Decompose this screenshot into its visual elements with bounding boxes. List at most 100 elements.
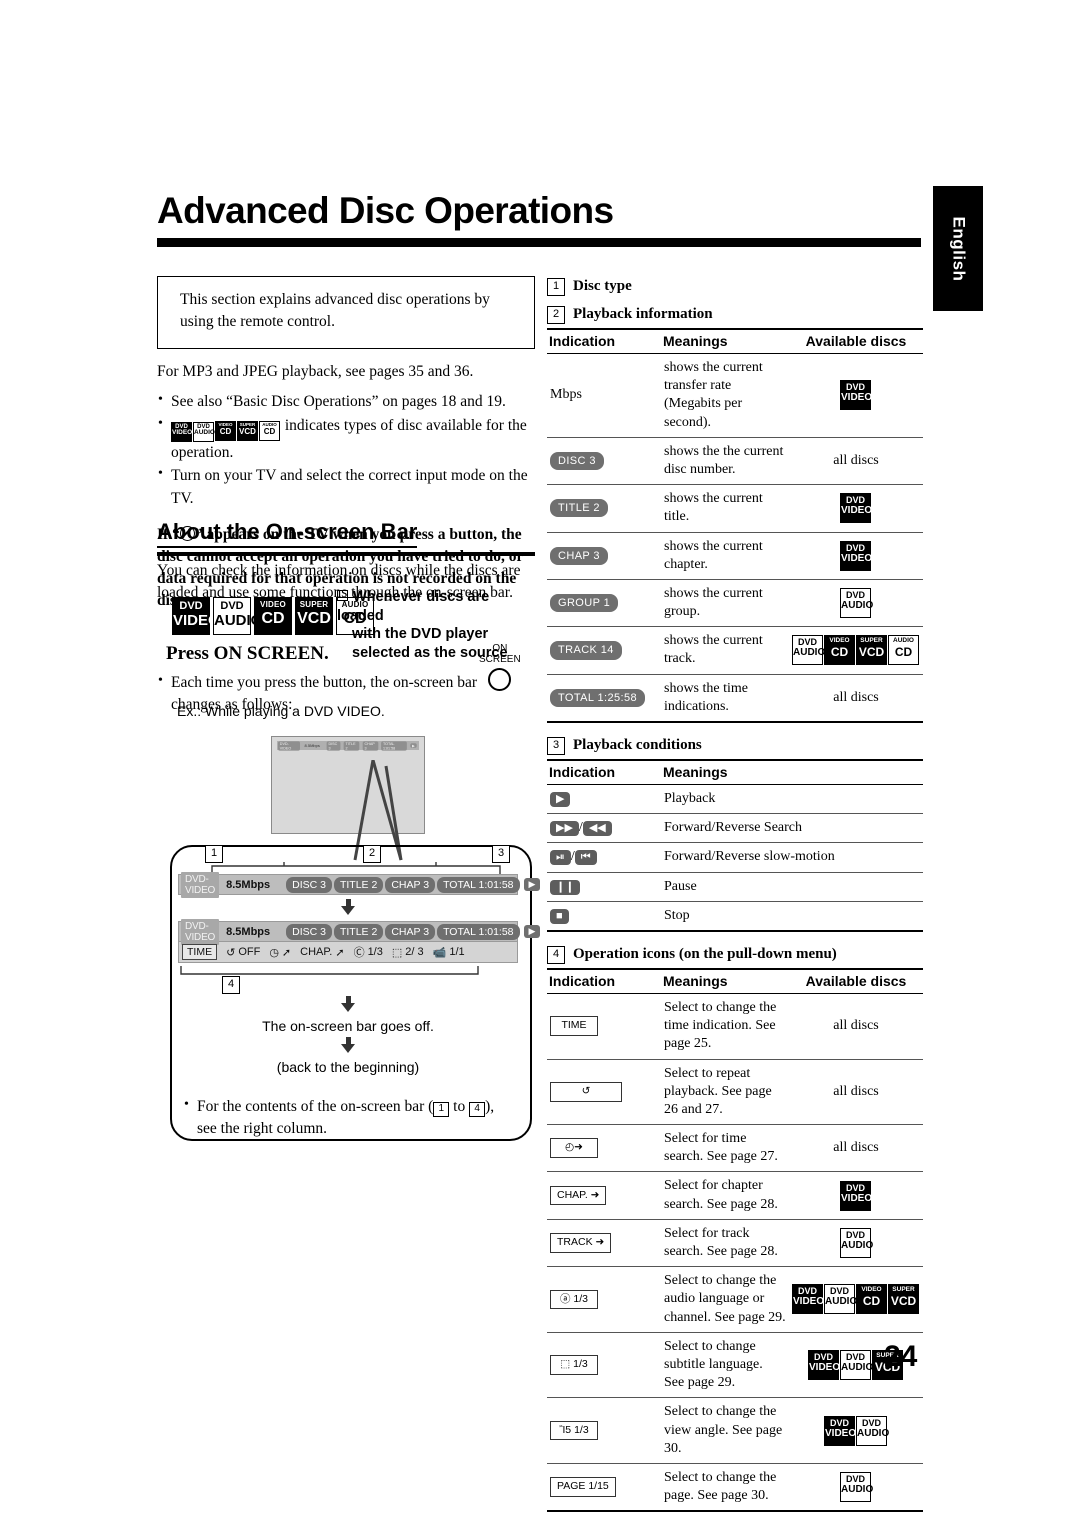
table-row: ⏯ / ⏮ Forward/Reverse slow-motion — [547, 842, 923, 873]
flow-arrow-2 — [178, 996, 518, 1012]
final-bullet-to: to — [449, 1098, 470, 1115]
osd-total: TOTAL 1:01:58 — [437, 876, 520, 893]
osd-indication-pill: GROUP 1 — [550, 593, 619, 613]
playback-condition-icon: ▶ — [550, 792, 571, 807]
cell-indication: DISC 3 — [547, 437, 661, 486]
intro-bullets: See also “Basic Disc Operations” on page… — [157, 390, 535, 510]
osd-indication-pill: DISC 3 — [550, 451, 604, 471]
table-row: DISC 3 shows the the current disc number.… — [547, 437, 923, 486]
menu-repeat-button[interactable]: ↺ OFF — [226, 946, 260, 959]
playback-condition-icon: ❙❙ — [550, 879, 581, 895]
disc-badge-dvd-video-icon: DVDVIDEO — [808, 1350, 840, 1381]
disc-badge-dvd-audio-icon: DVD AUDIO — [840, 1472, 873, 1503]
cell-indication: ◴➜ — [547, 1124, 661, 1173]
mini-play-icon: ▶ — [410, 743, 417, 748]
cell-meaning: Select for track search. See page 28. — [661, 1219, 789, 1268]
menu-time-search-button[interactable]: ◷ ➚ — [269, 946, 291, 959]
table-row: TOTAL 1:25:58 shows the time indications.… — [547, 674, 923, 723]
menu-audio-button[interactable]: Ⓒ 1/3 — [354, 944, 383, 960]
cell-meaning: Playback — [661, 784, 923, 815]
playback-conditions-table: Indication Meanings ▶ Playback ▶▶ / ◀◀ Forwar… — [547, 759, 923, 932]
table-row: ▶▶ / ◀◀ Forward/Reverse Search — [547, 813, 923, 844]
cell-available-discs: all discs — [789, 674, 923, 723]
osd-indication-text: Mbps — [550, 387, 582, 403]
osd-indication-pill: TITLE 2 — [550, 499, 608, 518]
operation-icon: CHAP. ➜ — [550, 1185, 607, 1206]
item-3-heading: 3 Playback conditions — [547, 737, 923, 755]
cell-meaning: Stop — [661, 901, 923, 932]
whenever-line-1: Whenever discs are loaded — [337, 589, 490, 624]
title-rule — [157, 238, 921, 247]
mini-chapter: CHAP 3 — [362, 740, 378, 751]
item-1-label: Disc type — [573, 278, 632, 294]
cell-meaning: Select to change subtitle language. See … — [661, 1332, 789, 1399]
cell-available-discs: all discs — [789, 437, 923, 486]
osd-indication-pill: TRACK 14 — [550, 641, 622, 660]
operation-icon: TRACK ➜ — [550, 1233, 612, 1253]
audio-icon: Ⓒ — [353, 947, 365, 959]
osd-disc-type: DVD-VIDEO — [181, 871, 220, 898]
osd-play-icon: ▶ — [523, 925, 541, 938]
menu-subtitle-button[interactable]: ⬚ 2/ 3 — [392, 946, 424, 959]
on-screen-button-ring-icon — [488, 668, 512, 692]
on-screen-button-label-1: ON — [492, 643, 508, 654]
operation-icons-table: Indication Meanings Available discs TIME… — [547, 968, 923, 1513]
disc-badge-dvd-video-icon: DVDVIDEO — [824, 1415, 856, 1446]
operation-icon: ⬚ 1/3 — [550, 1355, 598, 1375]
all-discs-label: all discs — [833, 1083, 879, 1099]
list-item: Turn on your TV and select the correct i… — [157, 464, 535, 510]
osd-indication-pill: TOTAL 1:25:58 — [550, 688, 645, 707]
cell-indication: ⏯ / ⏮ — [547, 842, 661, 873]
osd-title: TITLE 2 — [333, 876, 384, 893]
right-column: 1 Disc type 2 Playback information Indic… — [547, 276, 923, 1513]
page-title: Advanced Disc Operations — [157, 190, 614, 231]
table-row: ▶ Playback — [547, 784, 923, 815]
table-row: ❙❙ Pause — [547, 872, 923, 902]
cell-available-discs: DVD VIDEO DVD AUDIO — [789, 1397, 923, 1464]
disc-badge-dvd-audio-icon: DVD AUDIO — [193, 421, 215, 442]
callout-number-row: 1 2 3 — [200, 845, 510, 863]
cell-indication: Mbps — [547, 353, 661, 438]
table-row: TIME Select to change the time indication… — [547, 993, 923, 1060]
menu-repeat-value: OFF — [238, 946, 261, 958]
col-meanings: Meanings — [663, 972, 728, 989]
item-4-label: Operation icons (on the pull-down menu) — [573, 945, 837, 962]
list-item: See also “Basic Disc Operations” on page… — [157, 390, 535, 413]
section-heading-label: About the On-screen Bar — [157, 519, 418, 548]
disc-badge-dvd-audio-icon: DVD AUDIO — [840, 588, 873, 619]
tv-onscreen-bar-mini: DVD-VIDEO 8.5Mbps DISC 3 TITLE 2 CHAP 3 … — [277, 740, 419, 751]
table-row: ◴➜ Select for time search. See page 27. al… — [547, 1124, 923, 1173]
arrow-right-icon: ➚ — [335, 946, 345, 959]
cell-meaning: Forward/Reverse Search — [661, 813, 923, 844]
cell-indication: ⓐ 1/3 — [547, 1266, 661, 1333]
playback-condition-icon: ▶▶ — [550, 821, 579, 837]
table-row: PAGE 1/15 Select to change the page. See … — [547, 1463, 923, 1513]
cell-indication: CHAP. ➜ — [547, 1171, 661, 1220]
menu-time-button[interactable]: TIME — [182, 944, 218, 960]
flow-arrow-3 — [178, 1037, 518, 1053]
flow-text-back-to-beginning: (back to the beginning) — [276, 1059, 420, 1075]
example-caption: Ex.: While playing a DVD VIDEO. — [177, 703, 385, 719]
disc-badge-video-cd-icon: VIDEO CD — [254, 597, 292, 635]
cell-meaning: Select for time search. See page 27. — [661, 1124, 789, 1173]
osd-bar-step-2: DVD-VIDEO 8.5Mbps DISC 3 TITLE 2 CHAP 3 … — [178, 918, 541, 963]
operation-icon: ⓐ 1/3 — [550, 1289, 598, 1310]
osd-pulldown-menu: TIME ↺ OFF ◷ ➚ CHAP. ➚ Ⓒ 1/3 ⬚ 2/ 3 📹 1/1 — [178, 942, 518, 963]
osd-chapter: CHAP 3 — [385, 923, 436, 940]
cell-available-discs: DVD AUDIO — [789, 1219, 923, 1268]
disc-badge-audio-cd-icon: AUDIO CD — [259, 421, 280, 442]
disc-badge-super-vcd-icon: SUPER VCD — [295, 597, 333, 635]
cell-available-discs: DVD AUDIO VIDEO CD SUPER VCD AUDIO CD — [789, 626, 923, 675]
cell-meaning: shows the current track. — [661, 626, 789, 675]
menu-subtitle-value: 2/ 3 — [405, 946, 424, 958]
menu-chapter-search-button[interactable]: CHAP. ➚ — [300, 946, 344, 959]
osd-bar: DVD-VIDEO 8.5Mbps DISC 3 TITLE 2 CHAP 3 … — [178, 918, 541, 945]
item-4-heading: 4 Operation icons (on the pull-down menu… — [547, 945, 923, 964]
disc-badge-video-cd-icon: VIDEO CD — [215, 421, 236, 442]
col-indication: Indication — [549, 764, 616, 780]
osd-total: TOTAL 1:01:58 — [437, 923, 520, 940]
menu-angle-button[interactable]: 📹 1/1 — [433, 946, 465, 959]
table-row: ■ Stop — [547, 901, 923, 932]
menu-chapter-label: CHAP. — [300, 946, 333, 958]
cell-available-discs: DVD AUDIO — [789, 1463, 923, 1513]
